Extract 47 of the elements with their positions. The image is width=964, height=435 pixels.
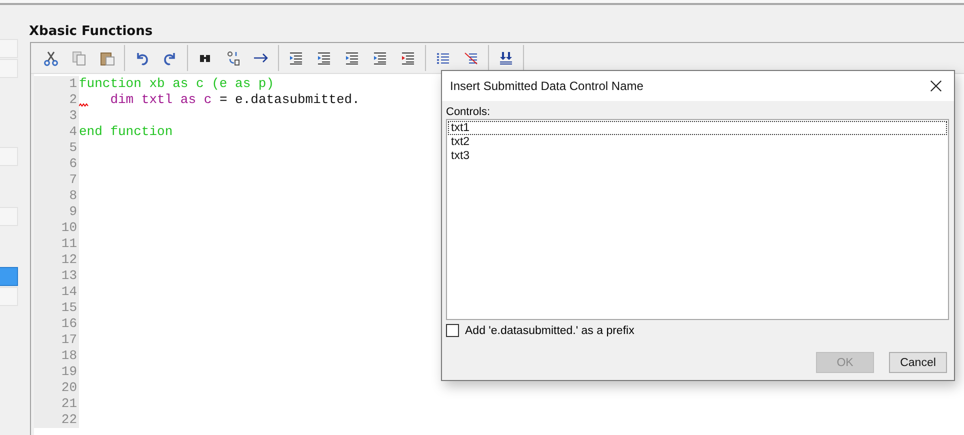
indent-icon[interactable]	[344, 50, 360, 66]
line-number: 12	[61, 252, 78, 267]
close-icon[interactable]	[930, 80, 942, 92]
line-number: 10	[61, 220, 78, 235]
indent-icon[interactable]	[316, 50, 332, 66]
indent-icon[interactable]	[400, 50, 416, 66]
controls-label: Controls:	[446, 105, 492, 119]
undo-icon[interactable]	[134, 50, 150, 66]
line-number: 20	[61, 380, 78, 395]
line-number: 15	[61, 300, 78, 315]
paste-icon[interactable]	[99, 50, 115, 66]
control-item[interactable]: txt2	[448, 135, 947, 149]
line-number: 16	[61, 316, 78, 331]
dialog-title: Insert Submitted Data Control Name	[450, 79, 644, 93]
code-line: end function	[79, 124, 173, 140]
redo-icon[interactable]	[162, 50, 178, 66]
line-number: 19	[61, 364, 78, 379]
prefix-checkbox[interactable]	[446, 324, 459, 337]
line-number: 5	[69, 140, 78, 155]
cancel-button[interactable]: Cancel	[889, 352, 947, 373]
replace-icon[interactable]	[225, 50, 241, 66]
line-number: 2	[69, 92, 78, 107]
code-line: dim txtl as c = e.datasubmitted.	[110, 92, 360, 108]
line-number: 14	[61, 284, 78, 299]
line-number: 6	[69, 156, 78, 171]
line-number: 22	[61, 412, 78, 427]
control-item[interactable]: txt1	[448, 121, 947, 135]
line-number: 17	[61, 332, 78, 347]
indent-icon[interactable]	[372, 50, 388, 66]
line-number: 1	[69, 76, 78, 91]
line-number: 7	[69, 172, 78, 187]
indent-icon[interactable]	[288, 50, 304, 66]
line-number: 8	[69, 188, 78, 203]
line-number: 3	[69, 108, 78, 123]
line-number: 21	[61, 396, 78, 411]
cut-icon[interactable]	[43, 50, 59, 66]
line-number: 4	[69, 124, 78, 139]
prefix-label: Add 'e.datasubmitted.' as a prefix	[465, 324, 634, 336]
line-number: 13	[61, 268, 78, 283]
control-item[interactable]: txt3	[448, 149, 947, 163]
download-icon[interactable]	[498, 50, 514, 66]
line-number: 9	[69, 204, 78, 219]
panel-title: Xbasic Functions	[28, 23, 154, 41]
list-icon[interactable]	[463, 50, 479, 66]
line-number: 11	[61, 236, 78, 251]
code-line: function xb as c (e as p)	[79, 76, 274, 92]
line-number: 18	[61, 348, 78, 363]
